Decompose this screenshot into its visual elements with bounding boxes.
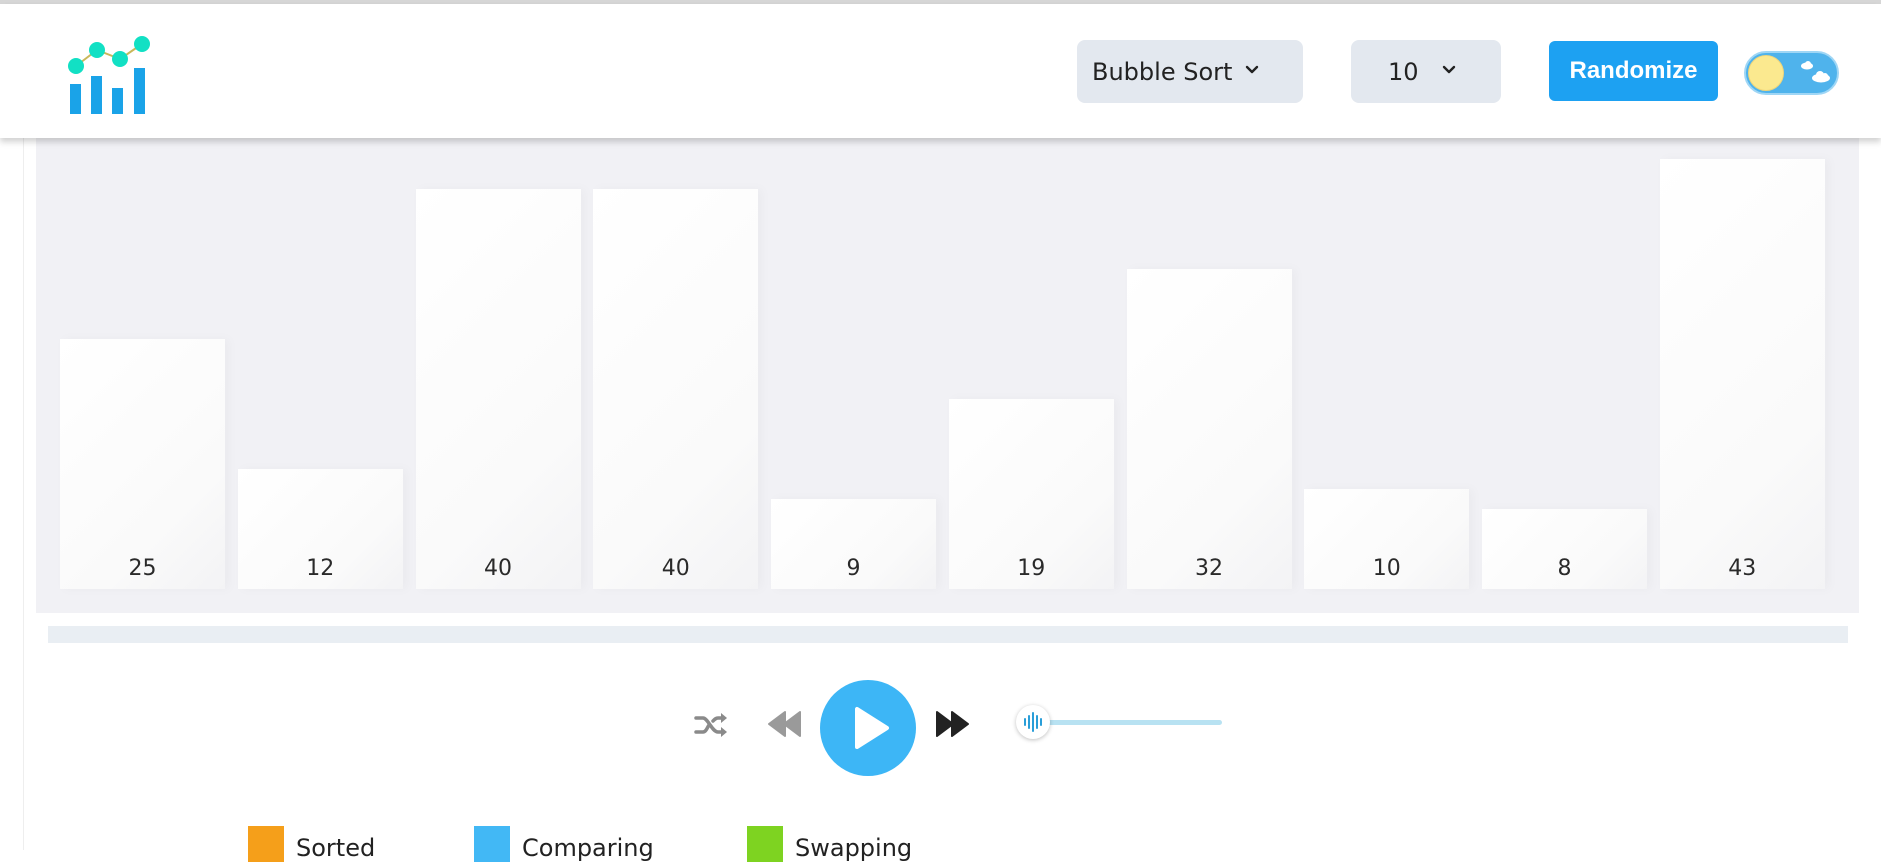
- array-bar-value: 8: [1557, 556, 1572, 581]
- legend-swatch-sorted: [248, 826, 284, 862]
- array-size-select-value: 10: [1388, 57, 1419, 86]
- array-bar-value: 32: [1195, 556, 1223, 581]
- array-bar: 19: [948, 399, 1114, 589]
- array-bar-value: 43: [1728, 556, 1757, 581]
- legend-swatch-comparing: [474, 826, 510, 862]
- playback-controls: [0, 670, 1881, 780]
- array-bar-value: 9: [846, 556, 861, 581]
- array-bar: 43: [1659, 159, 1825, 589]
- color-legend: Sorted Comparing Swapping: [0, 826, 1881, 862]
- speed-slider[interactable]: [1016, 705, 1222, 739]
- array-bar-value: 40: [661, 556, 690, 581]
- sound-wave-icon: [1024, 712, 1042, 732]
- array-bar: 10: [1304, 489, 1470, 589]
- array-bar: 8: [1482, 509, 1647, 589]
- rewind-icon[interactable]: [767, 709, 803, 739]
- play-button[interactable]: [820, 680, 916, 776]
- randomize-button[interactable]: Randomize: [1549, 41, 1718, 101]
- algorithm-select[interactable]: Bubble Sort: [1077, 40, 1303, 103]
- fast-forward-icon[interactable]: [934, 709, 970, 739]
- speed-slider-thumb[interactable]: [1016, 705, 1050, 739]
- array-size-select[interactable]: 10: [1351, 40, 1501, 103]
- legend-item-swapping: Swapping: [747, 826, 912, 862]
- array-bar-value: 10: [1372, 556, 1401, 581]
- legend-label-sorted: Sorted: [296, 834, 376, 862]
- array-bar: 9: [771, 499, 936, 589]
- array-bar-value: 25: [128, 556, 157, 581]
- array-bar-value: 12: [306, 556, 335, 581]
- theme-toggle[interactable]: [1744, 51, 1839, 95]
- legend-label-comparing: Comparing: [522, 834, 654, 862]
- speed-slider-track[interactable]: [1034, 720, 1222, 725]
- legend-item-sorted: Sorted: [248, 826, 375, 862]
- legend-swatch-swapping: [747, 826, 783, 862]
- chevron-down-icon: [1442, 65, 1456, 74]
- app-header: Bubble Sort 10 Randomize: [0, 4, 1881, 138]
- bars-container: 25 12 40 40 9 19 32 10 8 43: [36, 138, 1859, 613]
- legend-item-comparing: Comparing: [474, 826, 654, 862]
- sort-visualizer-stage: 25 12 40 40 9 19 32 10 8 43: [36, 138, 1859, 613]
- shuffle-icon[interactable]: [694, 710, 728, 740]
- chevron-down-icon: [1245, 65, 1259, 74]
- array-bar: 40: [593, 189, 759, 589]
- array-bar-value: 19: [1017, 556, 1046, 581]
- sort-progress-bar: [48, 626, 1848, 643]
- sun-icon: [1748, 55, 1784, 91]
- logo-chart-icon[interactable]: [62, 32, 158, 116]
- algorithm-select-value: Bubble Sort: [1092, 57, 1233, 86]
- legend-label-swapping: Swapping: [795, 834, 913, 862]
- cloud-icon: [1801, 61, 1830, 83]
- array-bar: 40: [415, 189, 581, 589]
- array-bar-value: 40: [484, 556, 512, 581]
- array-bar: 32: [1126, 269, 1292, 589]
- array-bar: 25: [60, 339, 225, 589]
- play-icon: [855, 707, 889, 749]
- array-bar: 12: [237, 469, 403, 589]
